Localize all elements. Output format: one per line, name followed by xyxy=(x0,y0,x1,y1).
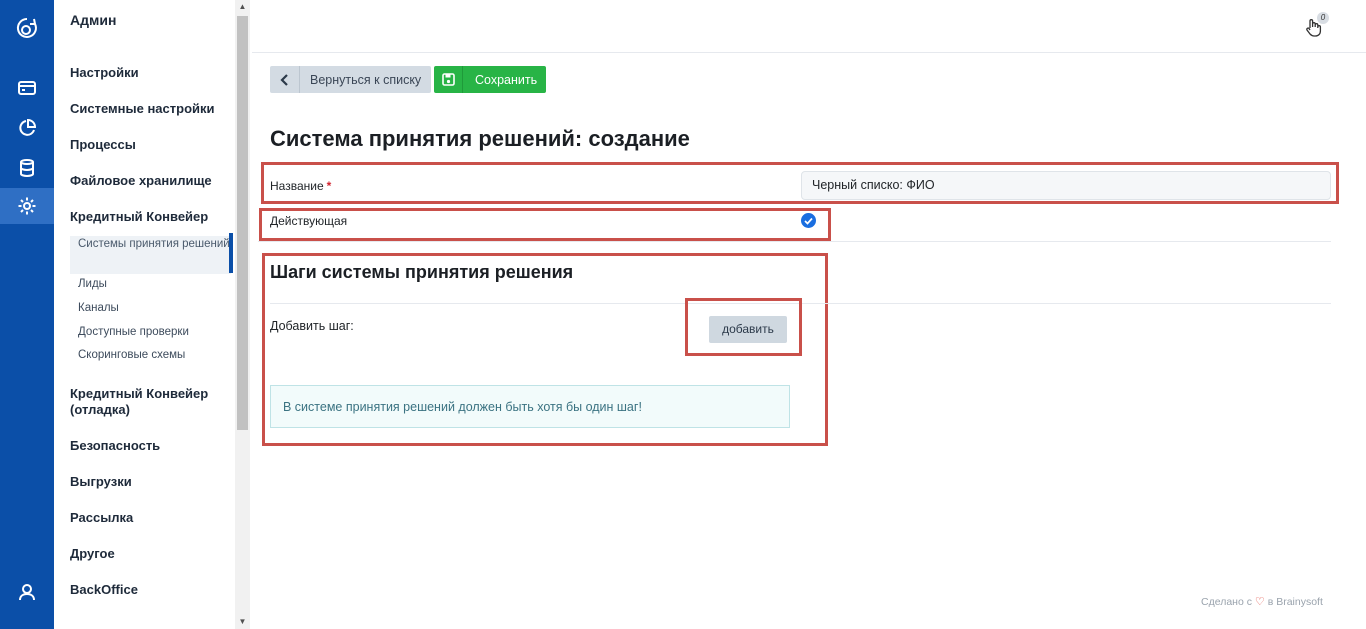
active-field-label: Действующая xyxy=(270,214,348,228)
back-button-label: Вернуться к списку xyxy=(310,72,422,87)
main-content: 0 Вернуться к списку Сохранить Система п… xyxy=(252,0,1366,629)
footer-brand[interactable]: в Brainysoft xyxy=(1268,596,1323,608)
pie-chart-icon[interactable] xyxy=(0,110,54,146)
app-rail xyxy=(0,0,54,629)
hand-icon[interactable]: 0 xyxy=(1305,12,1329,38)
active-checkbox[interactable] xyxy=(801,213,816,228)
name-input[interactable]: Черный списко: ФИО xyxy=(801,171,1331,200)
gear-icon[interactable] xyxy=(0,188,54,224)
save-button-label: Сохранить xyxy=(475,72,538,87)
sidebar-subitem-channels[interactable]: Каналы xyxy=(70,300,231,317)
add-step-button[interactable]: добавить xyxy=(709,316,787,343)
hand-badge: 0 xyxy=(1317,12,1329,24)
checkmark-icon xyxy=(804,217,813,225)
sidebar-subitem-scoring[interactable]: Скоринговые схемы xyxy=(70,347,231,364)
heart-icon: ♡ xyxy=(1254,596,1265,608)
scrollbar-thumb[interactable] xyxy=(237,16,248,430)
sidebar-item-processes[interactable]: Процессы xyxy=(70,137,230,153)
required-marker: * xyxy=(326,179,332,193)
sidebar-subitem-leads[interactable]: Лиды xyxy=(70,276,231,293)
sidebar-item-mailing[interactable]: Рассылка xyxy=(70,510,230,526)
scroll-down-arrow-icon[interactable]: ▼ xyxy=(235,615,250,629)
sidebar-subitem-decision-systems[interactable]: Системы принятия решений xyxy=(70,236,231,274)
scroll-up-arrow-icon[interactable]: ▲ xyxy=(235,0,250,14)
logo-icon[interactable] xyxy=(0,10,54,46)
sidebar-item-security[interactable]: Безопасность xyxy=(70,438,230,454)
add-step-label: Добавить шаг: xyxy=(270,319,354,333)
sidebar-item-settings[interactable]: Настройки xyxy=(70,65,230,81)
card-icon[interactable] xyxy=(0,70,54,106)
sidebar-item-exports[interactable]: Выгрузки xyxy=(70,474,230,490)
sidebar-item-other[interactable]: Другое xyxy=(70,546,230,562)
sidebar-title: Админ xyxy=(70,12,117,28)
sidebar-item-credit-conveyor[interactable]: Кредитный Конвейер xyxy=(70,209,230,225)
save-button[interactable]: Сохранить xyxy=(434,66,546,93)
user-icon[interactable] xyxy=(0,574,54,610)
database-icon[interactable] xyxy=(0,150,54,186)
steps-section-title: Шаги системы принятия решения xyxy=(270,262,574,282)
steps-alert: В системе принятия решений должен быть х… xyxy=(270,385,790,428)
sidebar-item-file-storage[interactable]: Файловое хранилище xyxy=(70,173,230,189)
page-title: Система принятия решений: создание xyxy=(270,126,690,151)
divider xyxy=(258,241,1331,242)
footer: Сделано с ♡ в Brainysoft xyxy=(1201,595,1323,608)
topbar: 0 xyxy=(252,0,1366,53)
chevron-left-icon xyxy=(270,66,300,93)
sidebar-item-system-settings[interactable]: Системные настройки xyxy=(70,101,230,117)
sidebar-scrollbar[interactable]: ▲ ▼ xyxy=(235,0,250,629)
sidebar-subitem-checks[interactable]: Доступные проверки xyxy=(70,324,231,341)
footer-made-with: Сделано с xyxy=(1201,596,1252,608)
sidebar-active-indicator xyxy=(229,233,233,273)
floppy-disk-icon xyxy=(434,66,463,93)
sidebar: Админ Настройки Системные настройки Проц… xyxy=(54,0,235,629)
back-to-list-button[interactable]: Вернуться к списку xyxy=(270,66,431,93)
sidebar-item-backoffice[interactable]: BackOffice xyxy=(70,582,230,598)
sidebar-item-credit-conveyor-debug[interactable]: Кредитный Конвейер (отладка) xyxy=(70,386,230,418)
name-field-label: Название * xyxy=(270,179,331,193)
name-label-text: Название xyxy=(270,179,324,193)
